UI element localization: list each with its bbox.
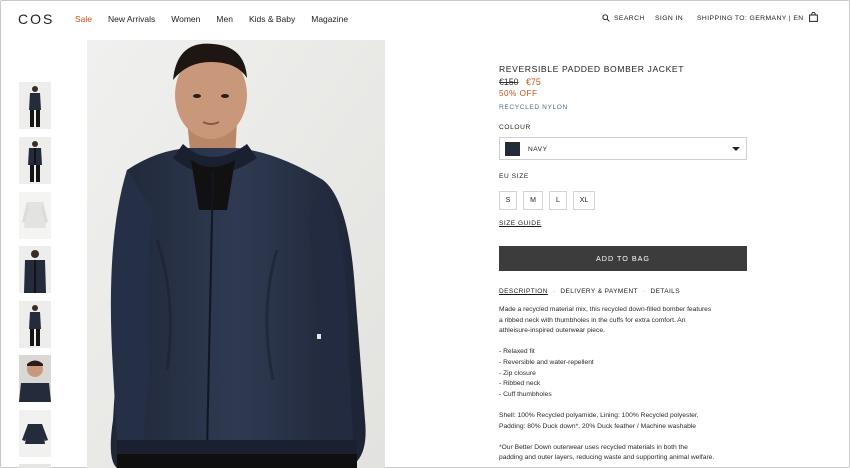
composition-line: Shell: 100% Recycled polyamide, Lining: … — [499, 411, 699, 419]
feature-item: - Relaxed fit — [499, 348, 535, 356]
product-description: Made a recycled material mix, this recyc… — [499, 305, 751, 464]
material-link[interactable]: RECYCLED NYLON — [499, 104, 568, 111]
nav-kids-baby[interactable]: Kids & Baby — [249, 14, 295, 24]
colour-value: NAVY — [528, 146, 548, 153]
cos-logo[interactable]: COS — [18, 11, 54, 27]
chevron-down-icon — [732, 147, 740, 151]
thumbnail-1[interactable] — [19, 82, 51, 129]
search-link[interactable]: SEARCH — [614, 15, 645, 22]
main-nav: Sale New Arrivals Women Men Kids & Baby … — [75, 14, 364, 24]
description-line: Made a recycled material mix, this recyc… — [499, 306, 712, 313]
thumbnail-6[interactable] — [19, 355, 51, 402]
feature-item: - Ribbed neck — [499, 380, 541, 388]
search-icon[interactable] — [602, 14, 610, 22]
thumbnail-3[interactable] — [19, 192, 51, 239]
product-info-tabs: DESCRIPTION · DELIVERY & PAYMENT · DETAI… — [499, 288, 680, 295]
colour-swatch — [505, 142, 520, 156]
description-line: athleisure-inspired outerwear piece. — [499, 327, 605, 335]
site-header: COS Sale New Arrivals Women Men Kids & B… — [0, 0, 850, 38]
nav-men[interactable]: Men — [216, 14, 233, 24]
thumbnail-4[interactable] — [19, 246, 51, 293]
feature-item: - Zip closure — [499, 369, 536, 377]
sale-price: €75 — [526, 77, 541, 87]
note-line: padding and outer layers, reducing waste… — [499, 454, 715, 462]
nav-new-arrivals[interactable]: New Arrivals — [108, 14, 155, 24]
size-option-s[interactable]: S — [499, 191, 517, 210]
sign-in-link[interactable]: SIGN IN — [655, 15, 683, 22]
size-option-m[interactable]: M — [523, 191, 543, 210]
description-line: a ribbed neck with thumbholes in the cuf… — [499, 316, 686, 324]
thumbnail-2[interactable] — [19, 137, 51, 184]
size-option-l[interactable]: L — [549, 191, 567, 210]
nav-sale[interactable]: Sale — [75, 14, 92, 24]
thumbnail-7[interactable] — [19, 410, 51, 457]
size-label: EU SIZE — [499, 173, 529, 180]
tab-description[interactable]: DESCRIPTION — [499, 288, 548, 295]
feature-item: - Cuff thumbholes — [499, 390, 552, 398]
feature-item: - Reversible and water-repellent — [499, 358, 594, 366]
nav-magazine[interactable]: Magazine — [311, 14, 348, 24]
tab-separator: · — [642, 288, 646, 295]
shipping-selector[interactable]: SHIPPING TO: GERMANY | EN — [697, 15, 804, 22]
product-main-image[interactable] — [87, 40, 385, 468]
size-guide-link[interactable]: SIZE GUIDE — [499, 220, 541, 227]
nav-women[interactable]: Women — [171, 14, 200, 24]
tab-details[interactable]: DETAILS — [651, 288, 680, 295]
colour-label: COLOUR — [499, 124, 531, 131]
price-block: €150 €75 — [499, 77, 541, 87]
note-line: *Our Better Down outerwear uses recycled… — [499, 443, 688, 451]
discount-label: 50% OFF — [499, 89, 538, 98]
product-title: REVERSIBLE PADDED BOMBER JACKET — [499, 64, 685, 74]
tab-delivery-payment[interactable]: DELIVERY & PAYMENT — [560, 288, 638, 295]
thumbnail-8[interactable] — [19, 464, 51, 468]
add-to-bag-button[interactable]: ADD TO BAG — [499, 246, 747, 271]
thumbnail-5[interactable] — [19, 301, 51, 348]
size-options: S M L XL — [499, 191, 601, 210]
colour-select[interactable]: NAVY — [499, 137, 747, 160]
shopping-bag-icon[interactable] — [809, 12, 818, 22]
tab-separator: · — [552, 288, 556, 295]
original-price: €150 — [499, 77, 519, 87]
composition-line: Padding: 80% Duck down*, 20% Duck feathe… — [499, 422, 697, 430]
size-option-xl[interactable]: XL — [573, 191, 595, 210]
